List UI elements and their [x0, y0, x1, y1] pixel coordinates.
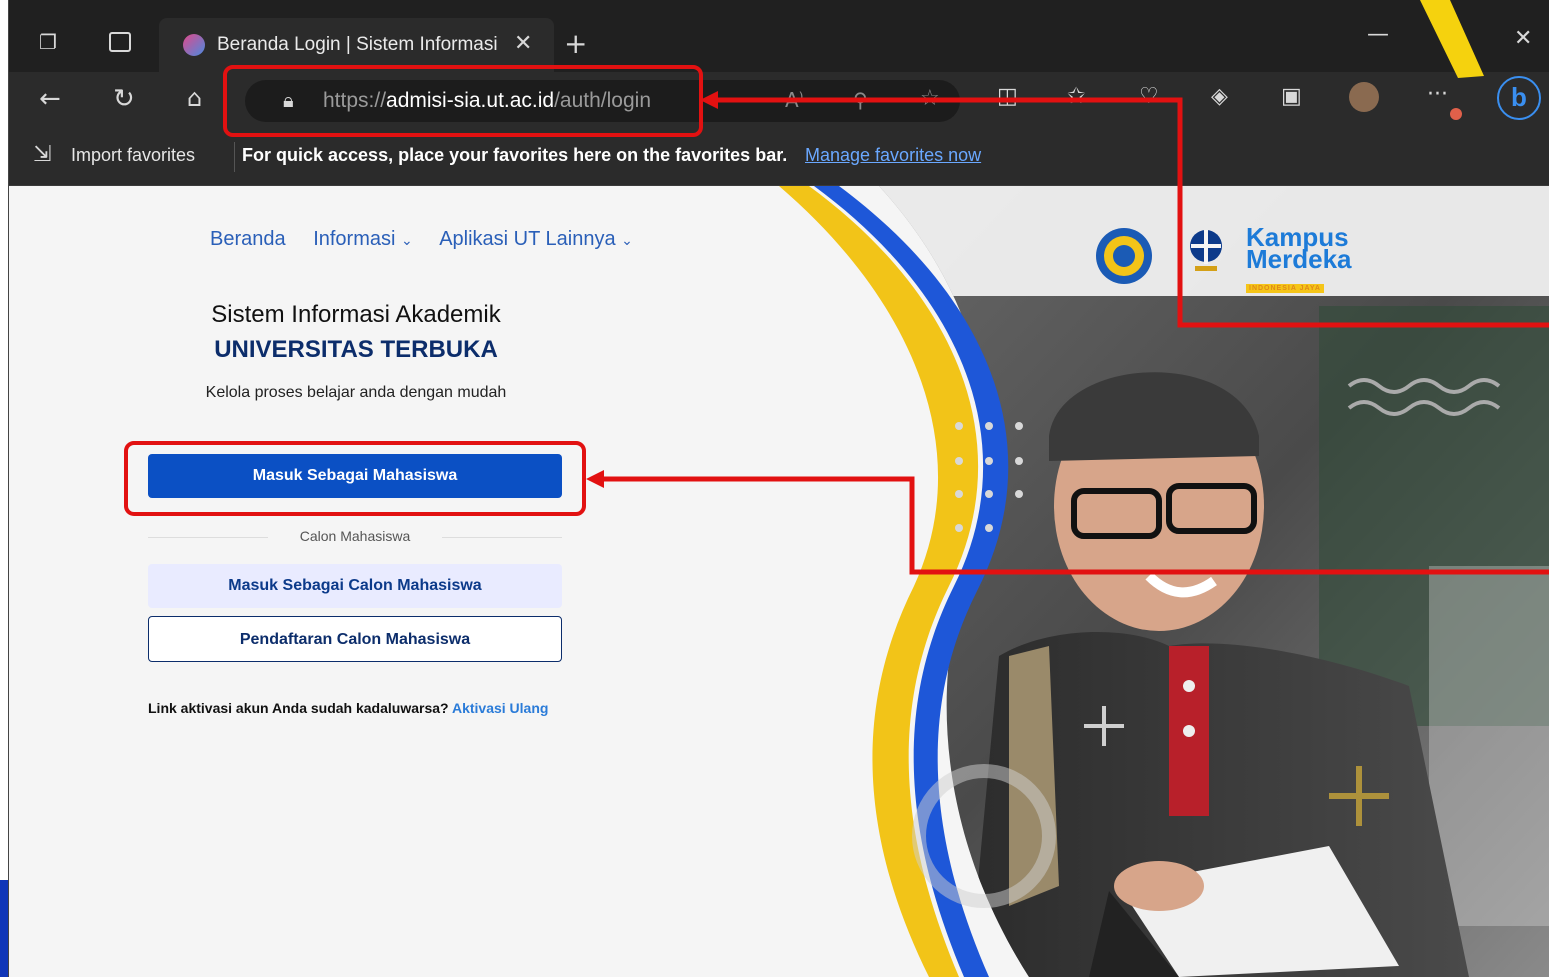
annotation-arrows: [586, 91, 1549, 575]
screenshot-stage: ❐ Beranda Login | Sistem Informasi ✕ + —…: [0, 0, 1549, 977]
